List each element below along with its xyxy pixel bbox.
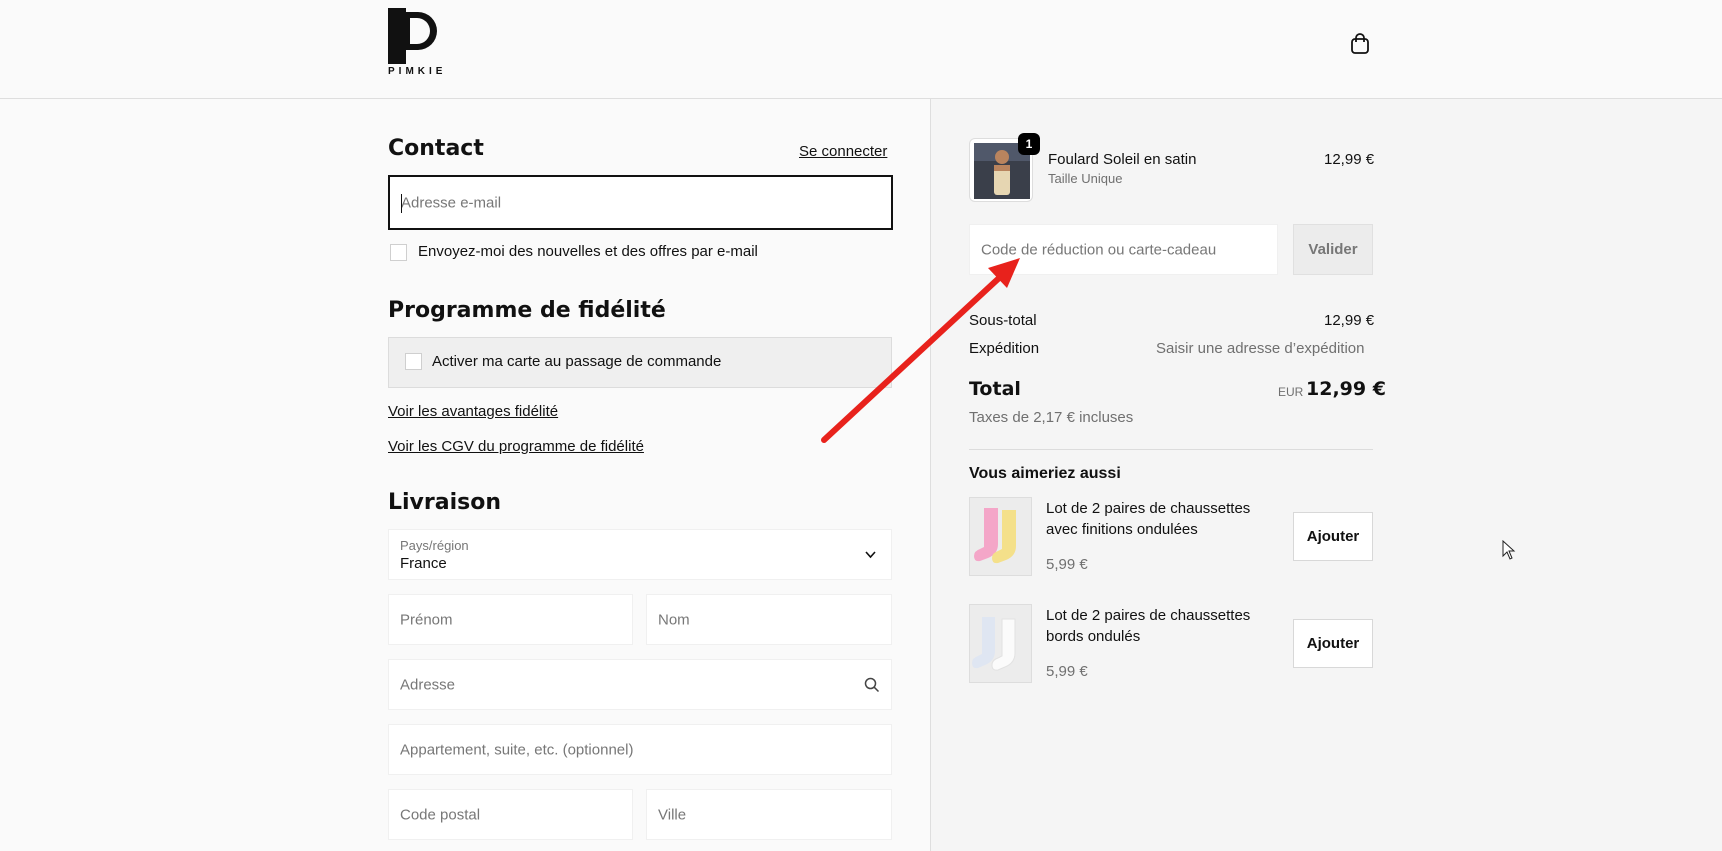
city-placeholder: Ville: [658, 806, 687, 823]
email-placeholder: Adresse e-mail: [401, 194, 502, 211]
login-link[interactable]: Se connecter: [799, 143, 887, 160]
chevron-down-icon: [865, 551, 876, 559]
loyalty-activate-label: Activer ma carte au passage de commande: [432, 353, 722, 370]
logo-mark-icon: [388, 8, 437, 64]
white-socks-image: [972, 617, 1016, 671]
mouse-cursor-icon: [1502, 540, 1516, 560]
lastname-field[interactable]: Nom: [646, 594, 892, 645]
apply-discount-label: Valider: [1308, 241, 1358, 258]
upsell-item-1-price: 5,99 €: [1046, 556, 1088, 573]
summary-divider: [969, 449, 1373, 450]
pink-yellow-socks-image: [974, 508, 1016, 564]
discount-code-field[interactable]: Code de réduction ou carte-cadeau: [969, 224, 1278, 275]
subtotal-label: Sous-total: [969, 312, 1037, 329]
discount-code-placeholder: Code de réduction ou carte-cadeau: [981, 241, 1217, 258]
loyalty-checkbox[interactable]: [405, 353, 422, 370]
country-value: France: [400, 555, 447, 572]
loyalty-title: Programme de fidélité: [388, 298, 666, 323]
upsell-item-2-price: 5,99 €: [1046, 663, 1088, 680]
upsell-item-2-name-line2: bords ondulés: [1046, 628, 1141, 645]
apartment-placeholder: Appartement, suite, etc. (optionnel): [400, 741, 634, 758]
shipping-value: Saisir une adresse d’expédition: [1156, 340, 1365, 357]
apply-discount-button[interactable]: Valider: [1293, 224, 1373, 275]
postal-code-placeholder: Code postal: [400, 806, 481, 823]
total-label: Total: [969, 378, 1021, 400]
address-field[interactable]: Adresse: [388, 659, 892, 710]
newsletter-label: Envoyez-moi des nouvelles et des offres …: [418, 243, 758, 260]
upsell-item-1-name-line1: Lot de 2 paires de chaussettes: [1046, 500, 1251, 517]
search-icon[interactable]: [864, 677, 880, 693]
upsell-item-1-thumbnail: [969, 497, 1032, 576]
cart-item-name: Foulard Soleil en satin: [1048, 151, 1197, 168]
loyalty-cgv-link[interactable]: Voir les CGV du programme de fidélité: [388, 438, 644, 455]
upsell-item-2-name-line1: Lot de 2 paires de chaussettes: [1046, 607, 1251, 624]
cart-bag-icon[interactable]: [1350, 33, 1370, 55]
brand-wordmark: PIMKIE: [388, 66, 447, 77]
upsell-item-2-thumbnail: [969, 604, 1032, 683]
address-placeholder: Adresse: [400, 676, 456, 693]
cart-item-variant: Taille Unique: [1048, 171, 1123, 186]
firstname-field[interactable]: Prénom: [388, 594, 633, 645]
postal-code-field[interactable]: Code postal: [388, 789, 633, 840]
loyalty-benefits-link[interactable]: Voir les avantages fidélité: [388, 403, 558, 420]
loyalty-activate-box[interactable]: Activer ma carte au passage de commande: [388, 337, 892, 388]
newsletter-checkbox[interactable]: [390, 244, 407, 261]
shipping-label: Expédition: [969, 340, 1040, 357]
cart-item-quantity-badge: 1: [1018, 133, 1040, 155]
quantity-value: 1: [1025, 137, 1033, 151]
apartment-field[interactable]: Appartement, suite, etc. (optionnel): [388, 724, 892, 775]
total-currency: EUR: [1278, 385, 1304, 399]
upsell-item-1-name-line2: avec finitions ondulées: [1046, 521, 1198, 538]
upsell-title: Vous aimeriez aussi: [969, 465, 1121, 482]
country-label: Pays/région: [400, 538, 469, 553]
taxes-note: Taxes de 2,17 € incluses: [969, 409, 1134, 426]
site-header: PIMKIE: [0, 0, 1722, 99]
contact-title: Contact: [388, 136, 484, 161]
upsell-item-2-add-button[interactable]: Ajouter: [1293, 619, 1373, 668]
lastname-placeholder: Nom: [658, 611, 690, 628]
upsell-item-2-add-label: Ajouter: [1306, 635, 1360, 652]
upsell-item-1-add-button[interactable]: Ajouter: [1293, 512, 1373, 561]
cart-item-price: 12,99 €: [1324, 151, 1375, 168]
text-caret: [401, 194, 402, 213]
total-value: 12,99 €: [1306, 378, 1386, 400]
country-select[interactable]: Pays/région France: [388, 529, 892, 580]
firstname-placeholder: Prénom: [400, 611, 453, 628]
delivery-title: Livraison: [388, 490, 502, 515]
city-field[interactable]: Ville: [646, 789, 892, 840]
upsell-item-1-add-label: Ajouter: [1306, 528, 1360, 545]
email-field[interactable]: Adresse e-mail: [388, 175, 893, 230]
subtotal-value: 12,99 €: [1324, 312, 1375, 329]
